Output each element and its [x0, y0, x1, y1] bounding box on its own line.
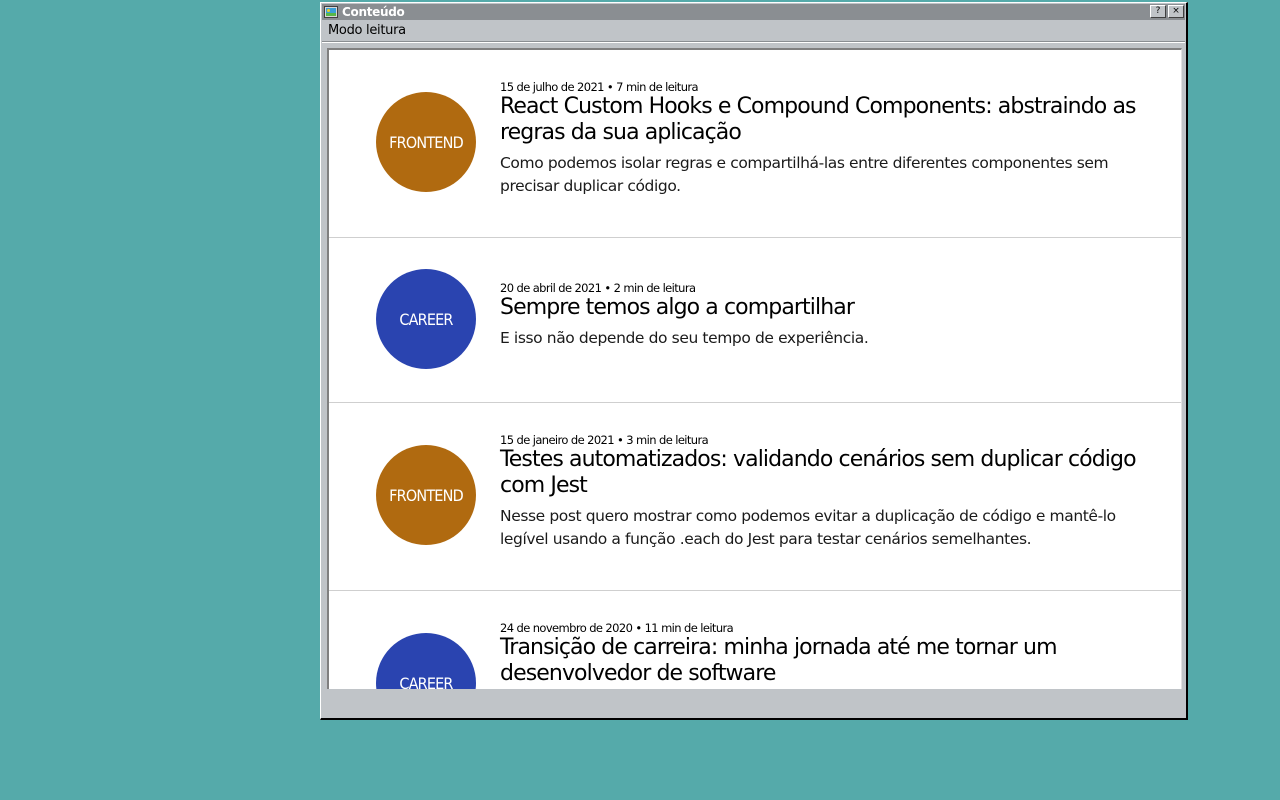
post-item[interactable]: FRONTEND 15 de janeiro de 2021 • 3 min d…	[329, 403, 1181, 591]
post-title[interactable]: React Custom Hooks e Compound Components…	[500, 94, 1140, 146]
close-button[interactable]: ×	[1168, 5, 1184, 18]
post-item[interactable]: FRONTEND 15 de julho de 2021 • 7 min de …	[329, 50, 1181, 238]
menu-bar: Modo leitura	[322, 21, 1185, 42]
window-title: Conteúdo	[342, 5, 405, 19]
category-badge[interactable]: CAREER	[376, 269, 476, 369]
post-item[interactable]: CAREER 20 de abril de 2021 • 2 min de le…	[329, 238, 1181, 403]
category-badge[interactable]: FRONTEND	[376, 92, 476, 192]
title-bar[interactable]: Conteúdo ? ×	[322, 4, 1185, 20]
post-description: Nesse post quero mostrar como podemos ev…	[500, 507, 1116, 548]
post-title[interactable]: Testes automatizados: validando cenários…	[500, 447, 1140, 499]
help-button[interactable]: ?	[1150, 5, 1166, 18]
menu-item-modo-leitura[interactable]: Modo leitura	[328, 23, 406, 38]
post-description: Como podemos isolar regras e compartilhá…	[500, 154, 1109, 195]
post-meta: 15 de julho de 2021 • 7 min de leitura	[500, 80, 699, 94]
post-meta: 20 de abril de 2021 • 2 min de leitura	[500, 281, 696, 295]
content-window: Conteúdo ? × Modo leitura FRONTEND 15 de…	[320, 2, 1188, 720]
category-badge[interactable]: FRONTEND	[376, 445, 476, 545]
post-title[interactable]: Sempre temos algo a compartilhar	[500, 295, 1140, 321]
status-bar	[322, 689, 1185, 717]
post-item[interactable]: CAREER 24 de novembro de 2020 • 11 min d…	[329, 591, 1181, 689]
picture-icon	[324, 6, 338, 18]
post-meta: 15 de janeiro de 2021 • 3 min de leitura	[500, 433, 709, 447]
category-badge[interactable]: CAREER	[376, 633, 476, 689]
post-meta: 24 de novembro de 2020 • 11 min de leitu…	[500, 621, 734, 635]
post-description: E isso não depende do seu tempo de exper…	[500, 329, 869, 347]
post-list[interactable]: FRONTEND 15 de julho de 2021 • 7 min de …	[327, 48, 1182, 689]
title-buttons: ? ×	[1150, 5, 1184, 18]
post-title[interactable]: Transição de carreira: minha jornada até…	[500, 635, 1140, 687]
